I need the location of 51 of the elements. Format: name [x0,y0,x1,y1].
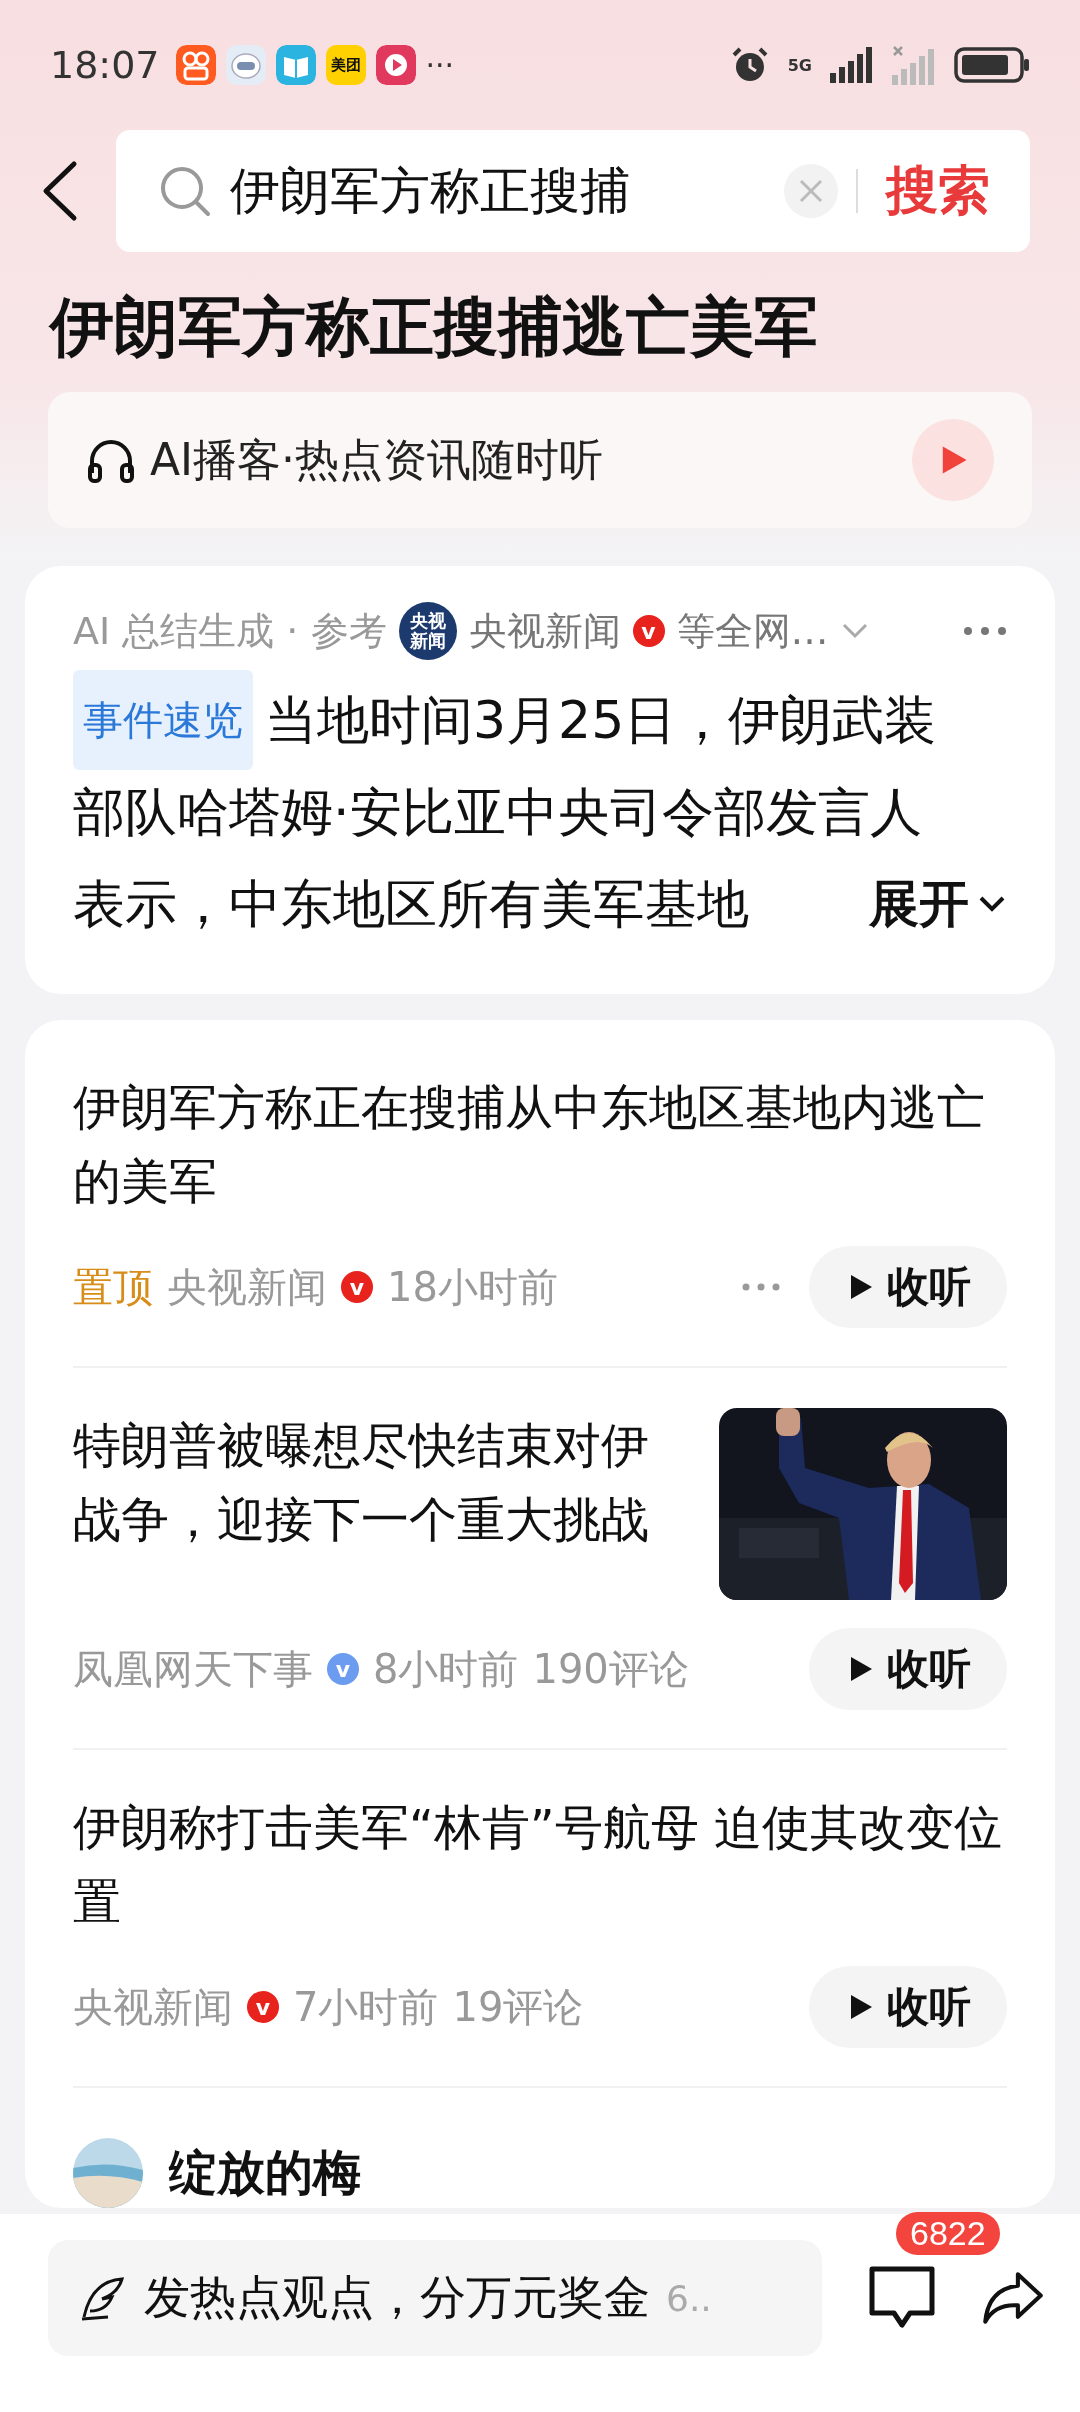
network-label: 5G [787,55,812,75]
more-notifications: ··· [425,47,455,83]
comment-count: 190评论 [532,1644,689,1694]
battery-icon [954,47,1030,83]
verified-badge: v [247,1991,279,2023]
search-button[interactable]: 搜索 [876,156,1000,226]
more-icon[interactable] [963,626,1007,636]
news-time: 8小时前 [373,1644,519,1694]
search-field[interactable]: 伊朗军方称正搜捕 搜索 [116,130,1030,252]
listen-button[interactable]: 收听 [809,1966,1007,2048]
listen-button[interactable]: 收听 [809,1246,1007,1328]
summary-text: 当地时间3月25日，伊朗武装 [265,689,937,752]
expand-button[interactable]: 展开 [845,870,1007,938]
comment-field[interactable]: 发热点观点，分万元奖金 6.. [48,2240,822,2356]
search-icon [158,164,212,218]
listen-button[interactable]: 收听 [809,1628,1007,1710]
status-time: 18:07 [50,43,160,87]
verified-badge: v [632,615,665,647]
topic-title: 伊朗军方称正搜捕逃亡美军 [47,289,819,366]
news-logo: 央视新闻 [398,602,457,660]
app-icon: 美团 [325,45,366,85]
video-icon [375,45,416,85]
summary-header: AI 总结生成 · 参考 [73,607,387,655]
chevron-down-icon [977,894,1007,914]
news-headline[interactable]: 特朗普被曝想尽快结束对伊战争，迎接下一个重大挑战 [73,1408,679,1600]
signal-icon [892,45,936,85]
news-headline[interactable]: 伊朗军方称正在搜捕从中东地区基地内逃亡的美军 [73,1070,1007,1218]
app-icon [225,45,266,85]
podcast-label: AI播客·热点资讯随时听 [150,432,605,487]
verified-badge: v [327,1653,359,1685]
chevron-down-icon[interactable] [840,622,869,640]
comment-count-badge: 6822 [896,2212,1000,2255]
summary-text: 表示，中东地区所有美军基地 [73,873,749,936]
event-tag: 事件速览 [73,670,253,770]
news-headline[interactable]: 伊朗称打击美军“林肯”号航母 迫使其改变位置 [73,1790,1007,1938]
comment-username[interactable]: 绽放的梅 [169,2141,361,2205]
more-icon[interactable] [741,1282,781,1292]
more-sources[interactable]: 等全网… [676,605,829,657]
comment-count: 19评论 [452,1982,584,2032]
comment-hint: 6.. [666,2277,712,2319]
book-icon [275,45,316,85]
news-time: 18小时前 [387,1262,558,1312]
app-icon [175,45,216,85]
pinned-label: 置顶 [73,1262,153,1312]
close-icon [798,178,824,204]
verified-badge: v [341,1271,373,1303]
news-time: 7小时前 [293,1982,439,2032]
source-name[interactable]: 央视新闻 [468,605,621,657]
podcast-bar[interactable]: AI播客·热点资讯随时听 [48,392,1032,528]
summary-text: 部队哈塔姆·安比亚中央司令部发言人 [73,781,922,844]
signal-icon [830,47,874,83]
